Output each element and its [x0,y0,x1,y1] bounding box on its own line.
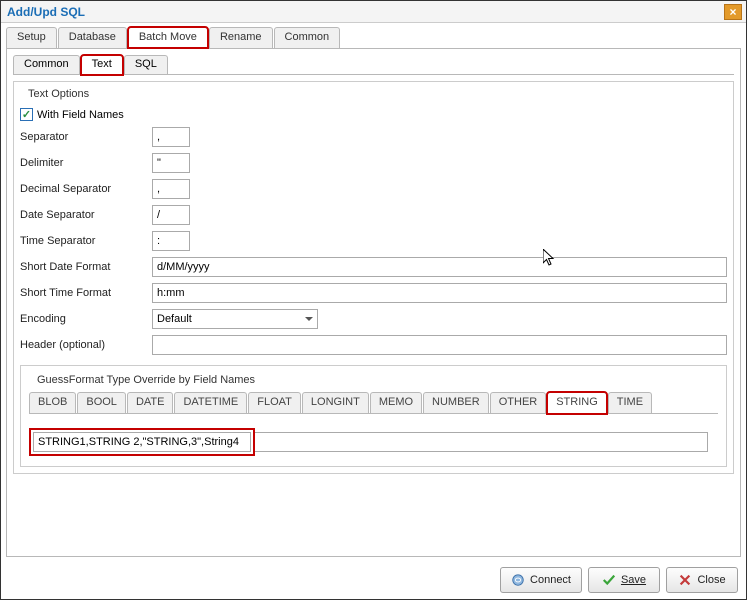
short-time-format-label: Short Time Format [20,287,146,299]
guessformat-group: GuessFormat Type Override by Field Names… [20,365,727,467]
typetab-blob[interactable]: BLOB [29,392,76,413]
delimiter-label: Delimiter [20,157,146,169]
typetab-float[interactable]: FLOAT [248,392,301,413]
window-close-button[interactable]: × [724,4,742,20]
short-date-format-input[interactable] [152,257,727,277]
tab-rename[interactable]: Rename [209,27,273,48]
guessformat-title: GuessFormat Type Override by Field Names [33,374,259,386]
subtab-sql[interactable]: SQL [124,55,168,74]
dialog-window: Add/Upd SQL × Setup Database Batch Move … [0,0,747,600]
close-icon: × [729,5,736,19]
decimal-separator-label: Decimal Separator [20,183,146,195]
delimiter-input[interactable] [152,153,190,173]
chevron-down-icon [305,317,313,321]
save-button[interactable]: Save [588,567,660,593]
header-input[interactable] [152,335,727,355]
sub-tabs: Common Text SQL [13,55,734,75]
separator-input[interactable] [152,127,190,147]
type-tabs: BLOB BOOL DATE DATETIME FLOAT LONGINT ME… [29,392,718,414]
encoding-value: Default [157,313,192,325]
subtab-common[interactable]: Common [13,55,80,74]
time-separator-input[interactable] [152,231,190,251]
main-tabs: Setup Database Batch Move Rename Common [6,27,741,49]
close-button[interactable]: Close [666,567,738,593]
typetab-longint[interactable]: LONGINT [302,392,369,413]
short-time-format-input[interactable] [152,283,727,303]
typetab-date[interactable]: DATE [127,392,174,413]
connect-label: Connect [530,574,571,586]
separator-label: Separator [20,131,146,143]
text-options-title: Text Options [24,88,93,100]
type-content [29,414,718,456]
close-label: Close [697,574,725,586]
footer-buttons: Connect Save Close [500,567,738,593]
body-area: Setup Database Batch Move Rename Common … [6,23,741,557]
override-input-visual[interactable] [33,432,251,452]
titlebar: Add/Upd SQL × [1,1,746,23]
date-separator-label: Date Separator [20,209,146,221]
typetab-string[interactable]: STRING [547,392,607,414]
decimal-separator-input[interactable] [152,179,190,199]
typetab-number[interactable]: NUMBER [423,392,489,413]
connect-button[interactable]: Connect [500,567,582,593]
typetab-bool[interactable]: BOOL [77,392,126,413]
main-tab-content: Common Text SQL Text Options ✓ With Fiel… [6,49,741,557]
text-options-group: Text Options ✓ With Field Names Separato… [13,81,734,474]
tab-database[interactable]: Database [58,27,127,48]
typetab-memo[interactable]: MEMO [370,392,422,413]
with-field-names-row: ✓ With Field Names [20,108,727,121]
tab-common[interactable]: Common [274,27,341,48]
header-label: Header (optional) [20,339,146,351]
override-input-rest[interactable] [255,432,708,452]
typetab-time[interactable]: TIME [608,392,652,413]
check-icon [602,573,616,587]
typetab-datetime[interactable]: DATETIME [174,392,247,413]
save-label: Save [621,574,646,586]
time-separator-label: Time Separator [20,235,146,247]
date-separator-input[interactable] [152,205,190,225]
encoding-select[interactable]: Default [152,309,318,329]
with-field-names-checkbox[interactable]: ✓ [20,108,33,121]
tab-batch-move[interactable]: Batch Move [128,27,208,48]
tab-setup[interactable]: Setup [6,27,57,48]
x-icon [678,573,692,587]
typetab-other[interactable]: OTHER [490,392,547,413]
with-field-names-label: With Field Names [37,109,124,121]
override-highlight [29,428,255,456]
subtab-text[interactable]: Text [81,55,123,75]
window-title: Add/Upd SQL [5,5,724,19]
short-date-format-label: Short Date Format [20,261,146,273]
connect-icon [511,573,525,587]
encoding-label: Encoding [20,313,146,325]
